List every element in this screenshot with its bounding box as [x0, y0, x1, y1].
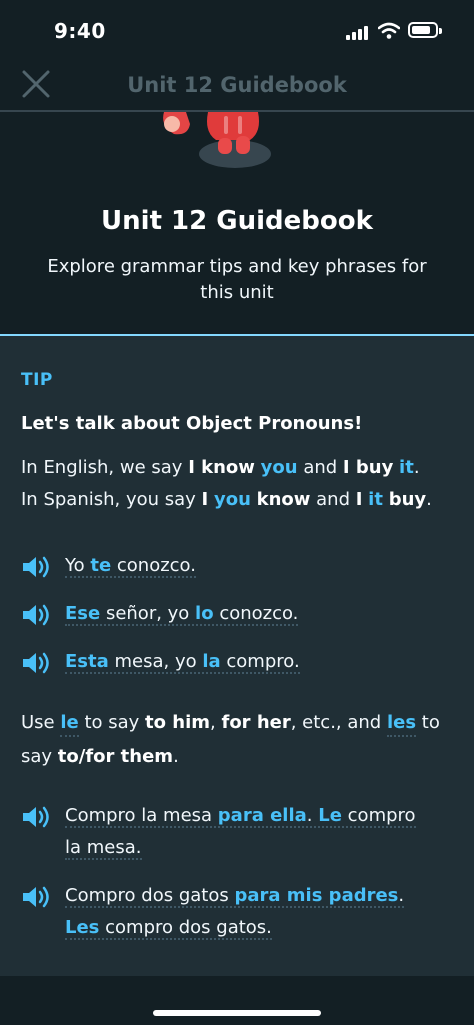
example-sentence[interactable]: Compro la mesa para ella. Le compro la m… [65, 800, 461, 864]
example-sentence[interactable]: Esta mesa, yo la compro. [65, 646, 461, 678]
tip-card: TIP Let's talk about Object Pronouns! In… [0, 334, 474, 976]
home-indicator[interactable] [153, 1010, 321, 1016]
hero: Unit 12 Guidebook Explore grammar tips a… [0, 112, 474, 334]
tip-heading: Let's talk about Object Pronouns! [21, 413, 363, 434]
wifi-icon [378, 22, 400, 39]
speaker-icon[interactable] [21, 804, 53, 830]
status-time: 9:40 [54, 19, 106, 43]
tip-label: TIP [21, 370, 53, 390]
example-sentence[interactable]: Ese señor, yo lo conozco. [65, 598, 461, 630]
intro-line-spanish: In Spanish, you say I you know and I it … [21, 489, 432, 510]
nav-bar: Unit 12 Guidebook [0, 58, 474, 112]
hero-title: Unit 12 Guidebook [101, 206, 373, 236]
speaker-icon[interactable] [21, 650, 53, 676]
usage-paragraph: Use le to say to him, for her, etc., and… [21, 712, 440, 767]
example-sentence[interactable]: Yo te conozco. [65, 550, 461, 582]
nav-title: Unit 12 Guidebook [127, 73, 347, 97]
hero-subtitle: Explore grammar tips and key phrases for… [47, 256, 427, 303]
intro-paragraph: In English, we say I know you and I buy … [21, 452, 461, 516]
speaker-icon[interactable] [21, 884, 53, 910]
speaker-icon[interactable] [21, 554, 53, 580]
mascot-illustration [163, 112, 271, 168]
status-bar: 9:40 [0, 0, 474, 58]
signal-icon [346, 26, 372, 40]
battery-icon [408, 22, 442, 38]
intro-line-english: In English, we say I know you and I buy … [21, 457, 420, 478]
example-sentence[interactable]: Compro dos gatos para mis padres. Les co… [65, 880, 461, 944]
speaker-icon[interactable] [21, 602, 53, 628]
